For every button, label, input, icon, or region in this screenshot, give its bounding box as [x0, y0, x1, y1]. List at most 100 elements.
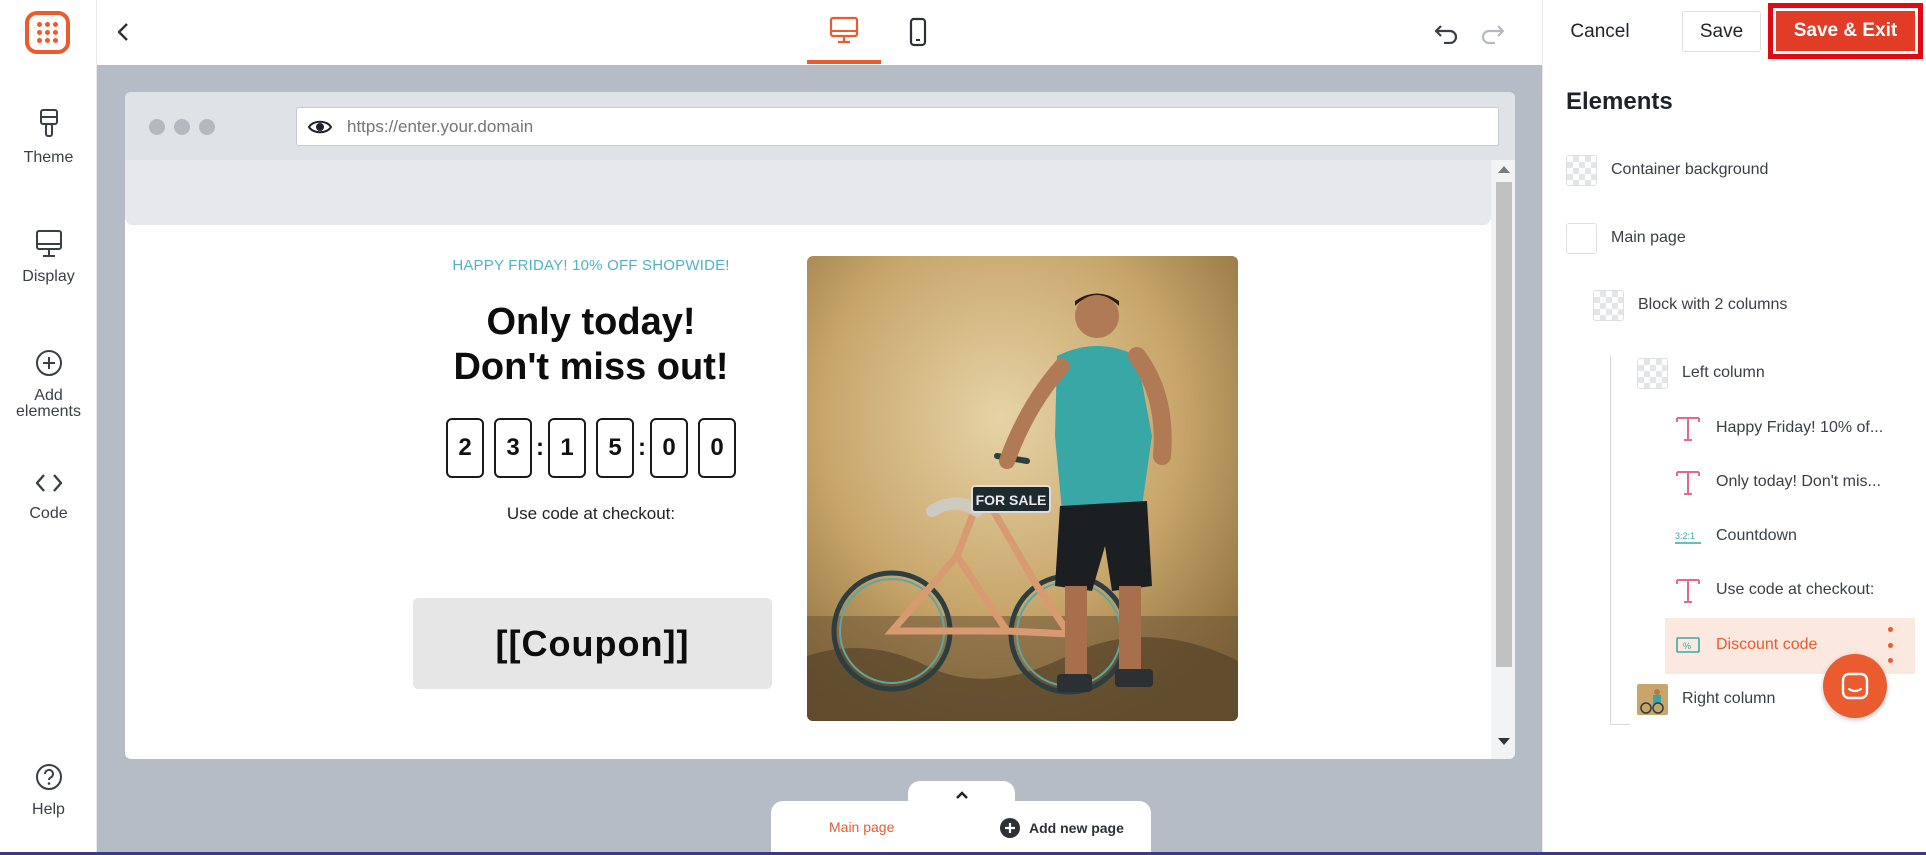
coupon-box[interactable]: [[Coupon]]	[413, 598, 772, 689]
scroll-up-arrow-icon[interactable]	[1498, 166, 1510, 173]
element-row[interactable]: Right column	[1637, 679, 1775, 719]
popup-left-column: HAPPY FRIDAY! 10% OFF SHOPWIDE! Only tod…	[410, 257, 772, 524]
element-row[interactable]: Only today! Don't mis...	[1674, 462, 1881, 502]
redo-icon	[1481, 25, 1505, 44]
cancel-button[interactable]: Cancel	[1555, 12, 1645, 52]
sidebar-item-label: Code	[29, 505, 68, 522]
svg-text:%: %	[1683, 641, 1691, 651]
action-buttons: Cancel Save Save & Exit	[1542, 0, 1926, 65]
countdown-digit: 0	[698, 418, 736, 478]
save-button[interactable]: Save	[1682, 11, 1761, 52]
preview-scrollbar[interactable]	[1491, 160, 1515, 759]
chevron-up-icon	[955, 791, 968, 799]
text-type-icon	[1674, 468, 1702, 496]
popup-eyebrow-text[interactable]: HAPPY FRIDAY! 10% OFF SHOPWIDE!	[410, 257, 772, 274]
add-new-page-button[interactable]: Add new page	[999, 817, 1124, 839]
use-code-text[interactable]: Use code at checkout:	[410, 504, 772, 524]
url-bar	[296, 107, 1499, 146]
save-exit-button[interactable]: Save & Exit	[1768, 3, 1923, 59]
mobile-view-button[interactable]	[881, 0, 955, 64]
text-type-icon	[1674, 414, 1702, 442]
desktop-icon	[829, 16, 859, 44]
undo-button[interactable]	[1432, 18, 1462, 48]
transparent-swatch-icon	[1593, 289, 1624, 321]
sidebar-item-label: Display	[22, 268, 75, 285]
window-dot	[149, 119, 165, 135]
logo-grid-icon	[37, 22, 58, 43]
mobile-icon	[909, 17, 927, 47]
sidebar-item-code[interactable]: Code	[0, 470, 97, 522]
element-label: Container background	[1611, 161, 1769, 178]
sidebar-item-display[interactable]: Display	[0, 229, 97, 285]
elements-panel-title: Elements	[1566, 88, 1673, 115]
countdown-digit: 3	[494, 418, 532, 478]
redo-button[interactable]	[1477, 18, 1507, 48]
discount-code-type-icon: %	[1674, 635, 1702, 655]
page-tab-main[interactable]: Main page	[829, 819, 894, 835]
url-input[interactable]	[347, 113, 1447, 141]
chat-icon	[1841, 672, 1869, 700]
brush-icon	[39, 109, 58, 137]
add-new-page-label: Add new page	[1029, 820, 1124, 836]
element-label: Discount code	[1716, 636, 1818, 653]
undo-icon	[1434, 25, 1458, 44]
chevron-left-icon	[117, 23, 128, 41]
image-thumbnail	[1637, 683, 1668, 715]
desktop-view-button[interactable]	[807, 0, 881, 64]
more-options-icon[interactable]	[1880, 627, 1900, 663]
top-toolbar	[97, 0, 1542, 65]
transparent-swatch-icon	[1637, 357, 1668, 389]
sidebar-item-add-elements[interactable]: Add elements	[0, 348, 97, 420]
element-row[interactable]: Block with 2 columns	[1593, 285, 1787, 325]
element-row-selected[interactable]: % Discount code	[1674, 625, 1817, 665]
popup-headline[interactable]: Only today! Don't miss out!	[410, 300, 772, 390]
element-label: Right column	[1682, 690, 1776, 707]
sidebar-item-label: Add elements	[16, 387, 81, 420]
scroll-down-arrow-icon[interactable]	[1498, 738, 1510, 745]
sidebar-item-theme[interactable]: Theme	[0, 108, 97, 166]
site-header-placeholder	[125, 160, 1491, 225]
transparent-swatch-icon	[1566, 154, 1597, 186]
countdown-digit: 5	[596, 418, 634, 478]
tree-connector	[1610, 355, 1611, 725]
popup-photo[interactable]: FOR SALE	[807, 256, 1238, 721]
countdown-separator: :	[638, 434, 646, 461]
svg-text:3:2:1: 3:2:1	[1675, 531, 1695, 541]
sidebar-item-help[interactable]: Help	[0, 762, 97, 818]
pages-bar: Main page Add new page	[771, 801, 1151, 855]
browser-chrome	[125, 92, 1515, 160]
for-sale-sign: FOR SALE	[976, 492, 1047, 508]
element-label: Block with 2 columns	[1638, 296, 1788, 313]
tree-connector	[1610, 724, 1630, 725]
element-label: Left column	[1682, 364, 1765, 381]
element-label: Main page	[1611, 229, 1686, 246]
plus-circle-filled-icon	[1000, 818, 1020, 838]
back-button[interactable]	[107, 16, 139, 48]
element-label: Happy Friday! 10% of...	[1716, 419, 1884, 436]
scroll-thumb[interactable]	[1496, 182, 1512, 667]
element-row[interactable]: Use code at checkout:	[1674, 570, 1874, 610]
white-swatch-icon	[1566, 222, 1597, 254]
elements-panel: Elements Container background Main page …	[1542, 65, 1926, 855]
sidebar-item-label: Theme	[23, 149, 74, 166]
code-icon	[35, 474, 62, 492]
eye-icon[interactable]	[307, 116, 333, 138]
help-icon	[35, 764, 62, 790]
chat-support-button[interactable]	[1823, 654, 1887, 718]
browser-preview: HAPPY FRIDAY! 10% OFF SHOPWIDE! Only tod…	[125, 92, 1515, 759]
element-row[interactable]: Container background	[1566, 150, 1768, 190]
element-label: Countdown	[1716, 527, 1797, 544]
monitor-icon	[35, 230, 62, 257]
element-row[interactable]: Happy Friday! 10% of...	[1674, 408, 1883, 448]
sidebar-item-label: Help	[32, 801, 65, 818]
countdown-timer[interactable]: 2 3 : 1 5 : 0 0	[410, 418, 772, 478]
element-row[interactable]: Main page	[1566, 218, 1686, 258]
text-type-icon	[1674, 576, 1702, 604]
element-row[interactable]: Left column	[1637, 353, 1765, 393]
left-sidebar: Theme Display Add elements Code Help	[0, 0, 97, 855]
element-row[interactable]: 3:2:1 Countdown	[1674, 516, 1797, 556]
plus-circle-icon	[35, 350, 62, 376]
countdown-digit: 0	[650, 418, 688, 478]
app-logo[interactable]	[25, 11, 70, 54]
window-dot	[174, 119, 190, 135]
